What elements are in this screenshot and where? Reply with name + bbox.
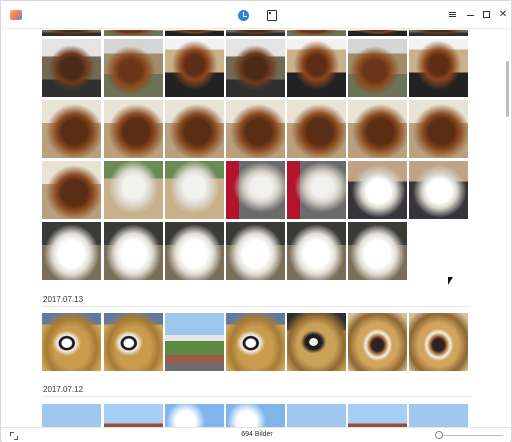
photo-thumb[interactable]: [348, 39, 407, 97]
zoom-handle[interactable]: [435, 431, 443, 439]
photo-thumb[interactable]: [226, 313, 285, 371]
photo-thumb[interactable]: [165, 404, 224, 427]
photo-thumb[interactable]: [348, 161, 407, 219]
photo-viewer-window: ✕ 2017.07.13 2017.07.12 694 Bilder: [0, 0, 512, 442]
photo-thumb[interactable]: [409, 39, 468, 97]
photo-thumb[interactable]: [42, 39, 101, 97]
photo-thumb[interactable]: [409, 100, 468, 158]
photo-thumb[interactable]: [42, 404, 101, 427]
photo-thumb[interactable]: [165, 313, 224, 371]
section-date-title: 2017.07.12: [43, 385, 84, 394]
app-icon: [10, 10, 22, 20]
titlebar: ✕: [1, 1, 511, 29]
photo-thumb[interactable]: [104, 30, 163, 36]
photo-thumb[interactable]: [42, 313, 101, 371]
photo-thumb[interactable]: [165, 100, 224, 158]
photo-thumb[interactable]: [287, 161, 346, 219]
menu-icon: [449, 12, 456, 17]
photo-thumb[interactable]: [287, 222, 346, 280]
scroll-thumb[interactable]: [506, 61, 509, 117]
photo-thumb[interactable]: [165, 39, 224, 97]
photo-thumb[interactable]: [409, 404, 468, 427]
minimize-button[interactable]: [464, 8, 478, 22]
photo-thumb[interactable]: [409, 161, 468, 219]
photo-thumb[interactable]: [226, 161, 285, 219]
timeline-content: 2017.07.13 2017.07.12: [2, 30, 504, 427]
photo-thumb[interactable]: [104, 161, 163, 219]
photo-thumb[interactable]: [409, 313, 468, 371]
photo-thumb[interactable]: [287, 313, 346, 371]
vertical-scrollbar[interactable]: [506, 31, 510, 427]
photo-thumb[interactable]: [42, 222, 101, 280]
photo-thumb[interactable]: [287, 39, 346, 97]
photo-thumb[interactable]: [104, 100, 163, 158]
photo-thumb[interactable]: [226, 404, 285, 427]
timeline-view-button[interactable]: [234, 6, 252, 24]
photo-thumb[interactable]: [287, 404, 346, 427]
albums-icon: [267, 9, 277, 21]
section-date-title: 2017.07.13: [43, 295, 84, 304]
photo-thumb[interactable]: [409, 30, 468, 36]
maximize-icon: [483, 11, 490, 18]
menu-button[interactable]: [446, 8, 460, 22]
section-divider: [42, 396, 471, 397]
photo-thumb[interactable]: [226, 39, 285, 97]
photo-thumb[interactable]: [287, 30, 346, 36]
photo-thumb[interactable]: [104, 404, 163, 427]
photo-thumb[interactable]: [348, 30, 407, 36]
photo-thumb[interactable]: [42, 161, 101, 219]
maximize-button[interactable]: [480, 8, 494, 22]
section-divider: [42, 306, 471, 307]
photo-thumb[interactable]: [104, 39, 163, 97]
zoom-track: [435, 435, 503, 436]
photo-thumb[interactable]: [287, 100, 346, 158]
photo-thumb[interactable]: [104, 222, 163, 280]
photo-thumb[interactable]: [165, 222, 224, 280]
photo-thumb[interactable]: [104, 313, 163, 371]
photo-thumb[interactable]: [165, 161, 224, 219]
albums-view-button[interactable]: [263, 6, 281, 24]
minimize-icon: [467, 15, 474, 16]
close-button[interactable]: ✕: [496, 8, 510, 22]
photo-thumb[interactable]: [42, 30, 101, 36]
photo-thumb[interactable]: [348, 100, 407, 158]
zoom-slider[interactable]: [435, 431, 503, 439]
mouse-cursor: [448, 277, 453, 285]
status-bar: 694 Bilder: [2, 427, 510, 442]
close-icon: ✕: [498, 9, 508, 20]
photo-thumb[interactable]: [42, 100, 101, 158]
timeline-icon: [237, 9, 249, 21]
photo-thumb[interactable]: [226, 100, 285, 158]
photo-thumb[interactable]: [165, 30, 224, 36]
photo-thumb[interactable]: [348, 313, 407, 371]
photo-thumb[interactable]: [348, 222, 407, 280]
photo-thumb[interactable]: [226, 222, 285, 280]
photo-thumb[interactable]: [348, 404, 407, 427]
photo-thumb[interactable]: [226, 30, 285, 36]
